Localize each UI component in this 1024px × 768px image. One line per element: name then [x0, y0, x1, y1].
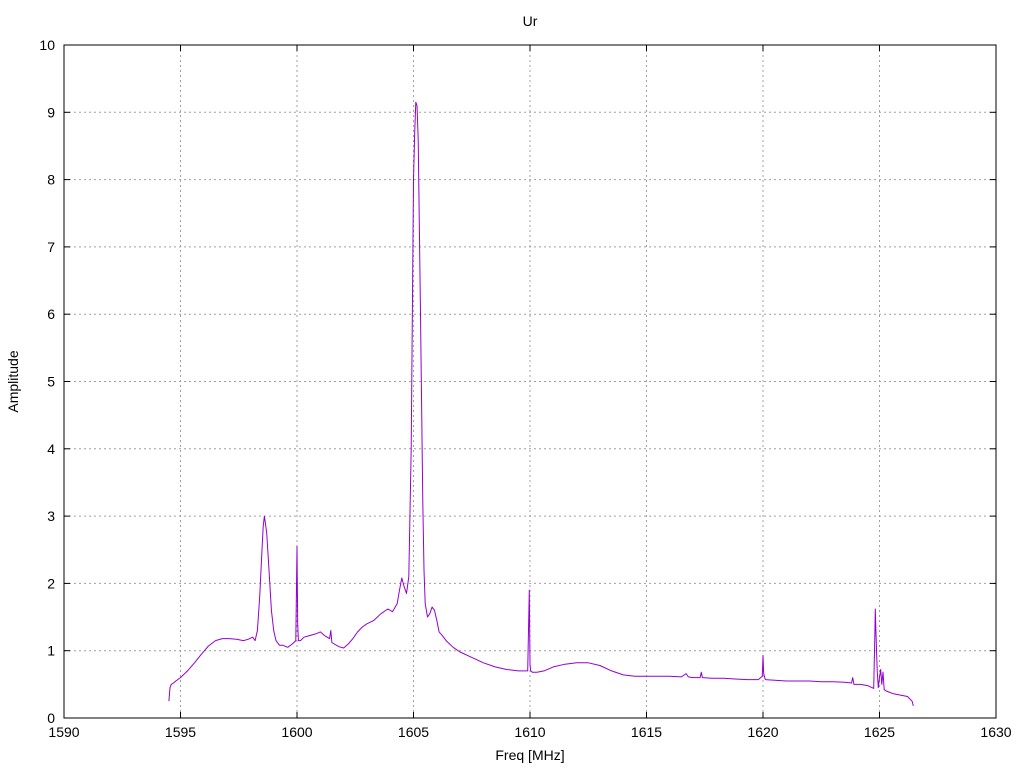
y-tick-label: 3: [47, 508, 55, 524]
x-tick-label: 1625: [864, 724, 895, 740]
x-tick-label: 1630: [980, 724, 1011, 740]
x-tick-label: 1605: [398, 724, 429, 740]
x-tick-label: 1615: [631, 724, 662, 740]
chart-title: Ur: [523, 13, 538, 29]
y-tick-label: 10: [39, 37, 55, 53]
x-axis-label: Freq [MHz]: [495, 747, 564, 763]
y-axis-label: Amplitude: [5, 350, 21, 412]
chart: 1590 1595 1600 1605 1610 1615 1620 1625 1630 0 1 2 3…: [0, 0, 1024, 768]
x-tick-label: 1620: [747, 724, 778, 740]
y-tick-label: 9: [47, 104, 55, 120]
y-tick-label: 1: [47, 643, 55, 659]
y-tick-label: 7: [47, 239, 55, 255]
x-tick-label: 1610: [514, 724, 545, 740]
x-tick-label: 1600: [281, 724, 312, 740]
y-tick-label: 5: [47, 374, 55, 390]
chart-background: [0, 0, 1024, 768]
y-tick-label: 2: [47, 575, 55, 591]
x-tick-label: 1595: [165, 724, 196, 740]
y-tick-label: 4: [47, 441, 55, 457]
y-tick-label: 0: [47, 710, 55, 726]
x-tick-label: 1590: [48, 724, 79, 740]
y-tick-label: 6: [47, 306, 55, 322]
y-tick-label: 8: [47, 172, 55, 188]
